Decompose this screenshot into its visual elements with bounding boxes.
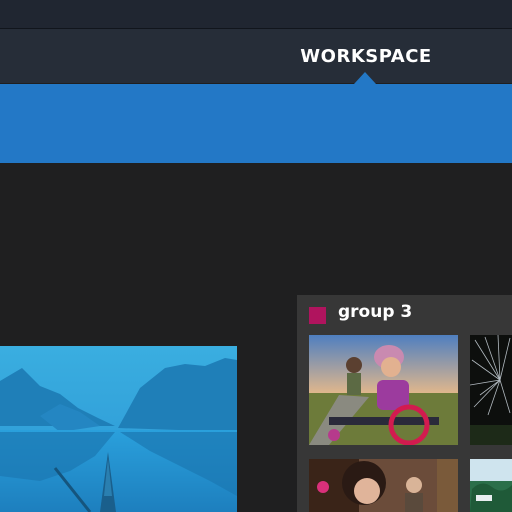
group-title: group 3 [338,302,413,322]
cyclist-photo [309,335,458,445]
boats-photo [470,459,512,512]
active-tab-indicator [354,72,376,84]
preview-image[interactable] [0,346,237,512]
workspace-page: WORKSPACE group 3 [0,0,512,512]
header-band [0,84,512,163]
group-thumbnail[interactable] [470,335,512,445]
crowd-photo [309,459,458,512]
nav-bar: WORKSPACE [0,29,512,83]
group-color-swatch[interactable] [309,307,326,324]
tab-workspace-label: WORKSPACE [300,45,432,67]
top-toolbar [0,0,512,29]
mountain-lake-kayak-photo [0,346,237,512]
firework-photo [470,335,512,445]
group-thumbnail[interactable] [309,335,458,445]
group-thumbnail[interactable] [309,459,458,512]
group-thumbnail[interactable] [470,459,512,512]
group-panel: group 3 [297,295,512,512]
